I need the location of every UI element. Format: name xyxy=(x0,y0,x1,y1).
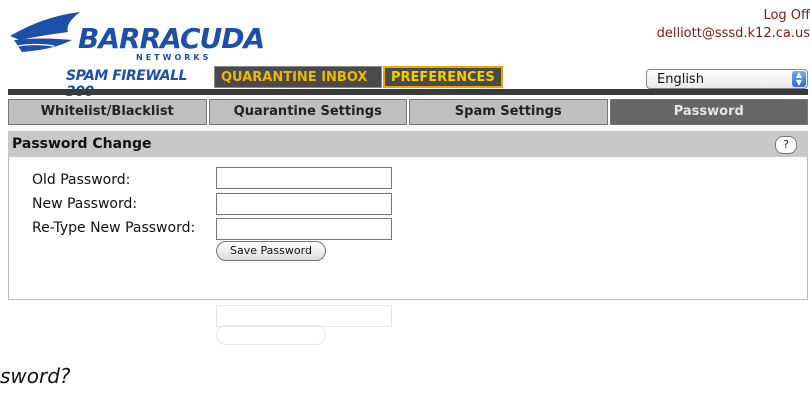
brand-wordmark: BARRACUDA xyxy=(78,22,265,55)
subtab-quarantine-settings[interactable]: Quarantine Settings xyxy=(208,99,407,125)
tab-quarantine-inbox[interactable]: QUARANTINE INBOX xyxy=(214,66,382,88)
preferences-subtabs: Whitelist/Blacklist Quarantine Settings … xyxy=(8,99,808,125)
tab-preferences[interactable]: PREFERENCES xyxy=(383,66,503,88)
user-area: Log Off delliott@sssd.k12.ca.us xyxy=(657,8,810,41)
reflection-content xyxy=(8,302,808,395)
page-reflection xyxy=(8,302,808,395)
new-password-field[interactable] xyxy=(216,193,392,215)
language-selected-value: English xyxy=(657,72,704,87)
logoff-link[interactable]: Log Off xyxy=(657,8,810,23)
user-email: delliott@sssd.k12.ca.us xyxy=(656,26,810,41)
old-password-label: Old Password: xyxy=(32,172,131,188)
product-model: SPAM FIREWALL 300 xyxy=(66,68,187,100)
subtab-password[interactable]: Password xyxy=(609,99,808,125)
select-arrows-icon: ▲ ▼ xyxy=(792,71,806,87)
section-title: Password Change xyxy=(12,136,152,152)
subtab-spam-settings[interactable]: Spam Settings xyxy=(409,99,608,125)
save-password-button[interactable]: Save Password xyxy=(216,241,326,261)
language-select[interactable]: English ▲ ▼ xyxy=(646,69,808,89)
reflected-save-button xyxy=(216,325,326,345)
old-password-field[interactable] xyxy=(216,167,392,189)
tab-strip-divider xyxy=(8,89,808,95)
brand-networks: NETWORKS xyxy=(136,53,212,62)
retype-password-field[interactable] xyxy=(216,218,392,240)
help-icon[interactable]: ? xyxy=(775,136,797,154)
retype-password-label: Re-Type New Password: xyxy=(32,220,196,236)
caption-text: sword? xyxy=(0,364,71,388)
subtab-whitelist-blacklist[interactable]: Whitelist/Blacklist xyxy=(8,99,207,125)
barracuda-logo: BARRACUDA NETWORKS SPAM FIREWALL 300 xyxy=(8,4,265,100)
new-password-label: New Password: xyxy=(32,196,138,212)
reflected-field xyxy=(216,305,392,327)
